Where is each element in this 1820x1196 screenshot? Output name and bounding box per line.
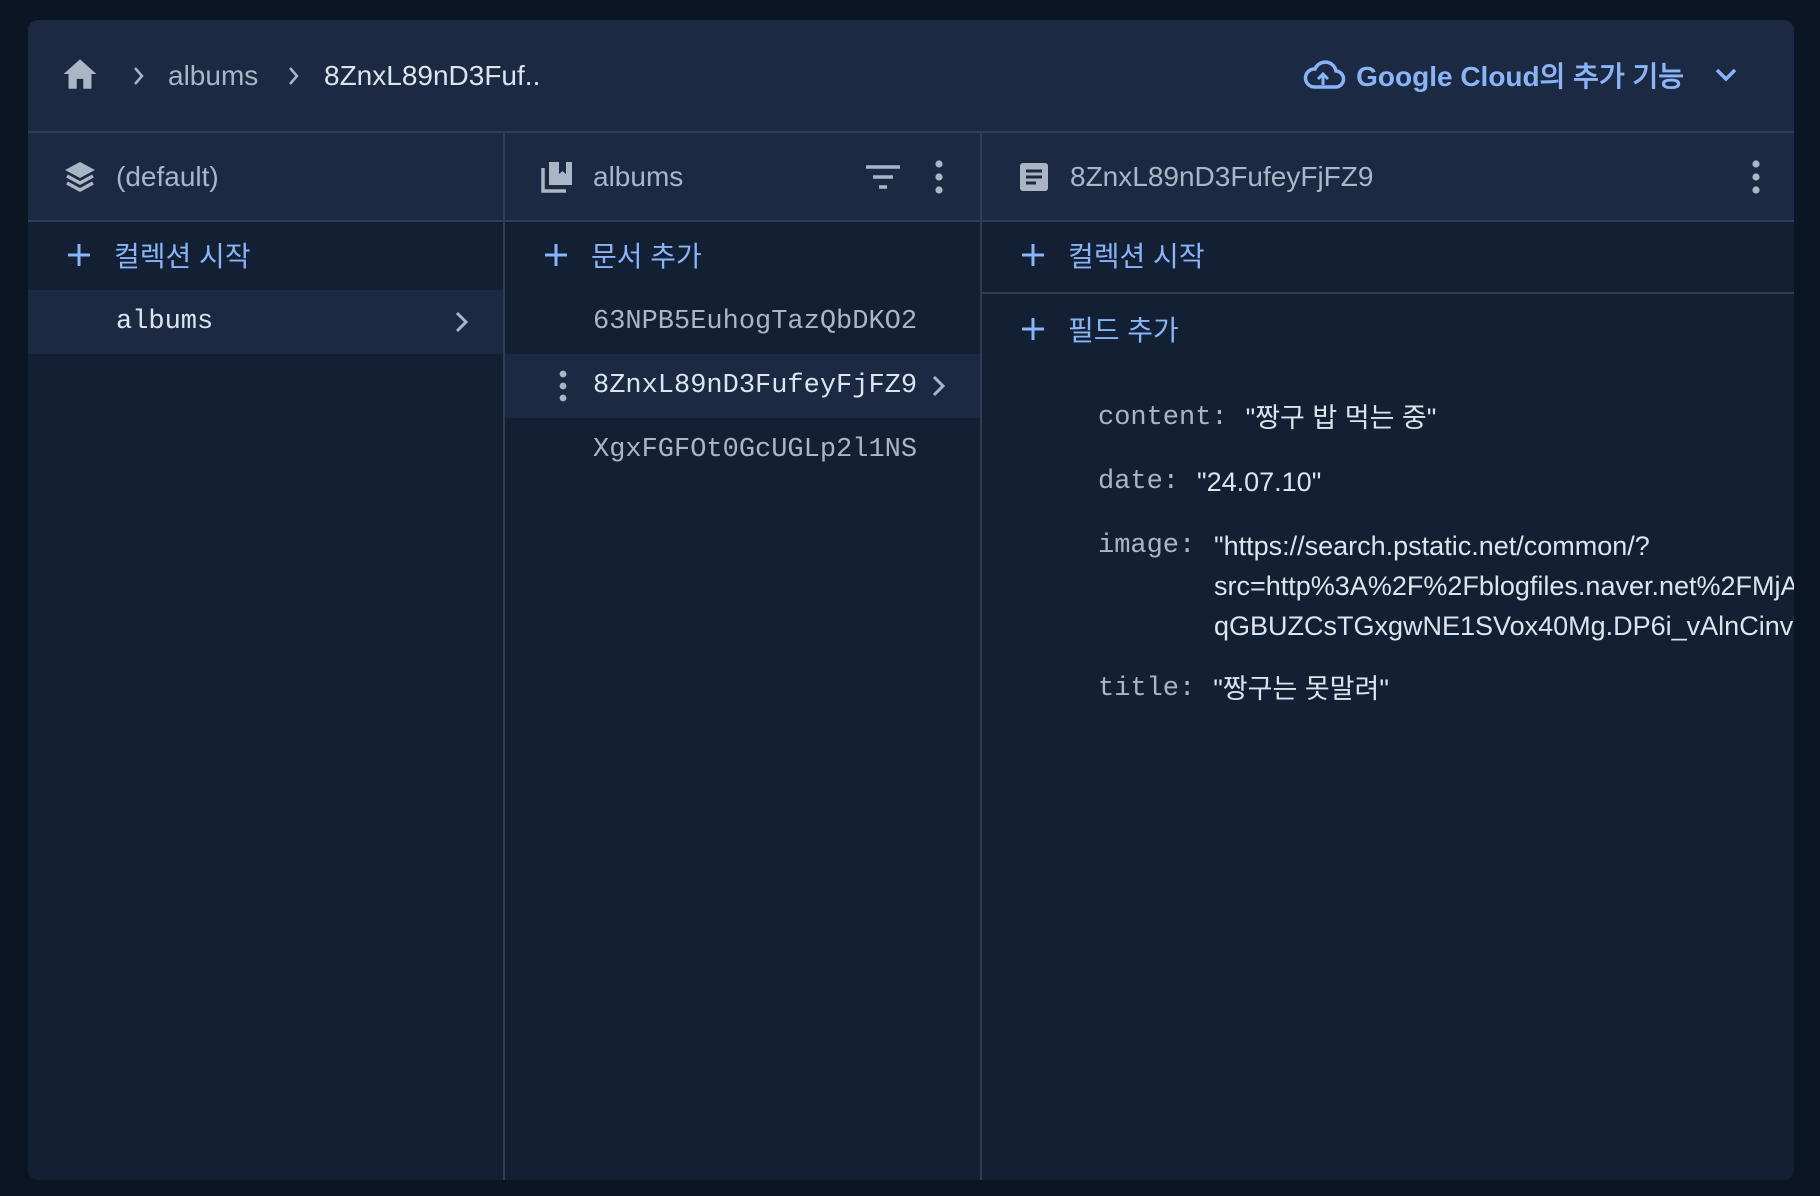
- database-title: (default): [116, 161, 219, 192]
- filter-icon[interactable]: [861, 155, 905, 199]
- chevron-right-icon: [289, 67, 299, 85]
- plus-icon: [1022, 318, 1044, 340]
- plus-icon: [68, 244, 90, 266]
- more-vert-icon[interactable]: [1734, 155, 1778, 199]
- collection-panel: albums 문서 추가 63NPB5EuhogTazQbDKO2 8ZnxL8…: [505, 133, 982, 1180]
- more-vert-icon[interactable]: [557, 368, 569, 404]
- start-collection-button[interactable]: 컬렉션 시작: [28, 220, 503, 290]
- field-content[interactable]: content: "짱구 밥 먹는 중": [1098, 398, 1794, 438]
- google-cloud-extensions-button[interactable]: Google Cloud의 추가 기능: [1302, 52, 1740, 98]
- start-subcollection-label: 컬렉션 시작: [1068, 241, 1205, 272]
- field-date[interactable]: date: "24.07.10": [1098, 462, 1794, 502]
- home-icon[interactable]: [58, 52, 102, 96]
- collection-item-label: albums: [116, 307, 214, 337]
- document-panel: 8ZnxL89nD3FufeyFjFZ9 컬렉션 시작 필드 추가 conten…: [982, 133, 1794, 1180]
- field-image[interactable]: image: "https://search.pstatic.net/commo…: [1098, 526, 1794, 646]
- chevron-right-icon: [932, 375, 946, 397]
- add-field-button[interactable]: 필드 추가: [982, 294, 1794, 364]
- top-bar: albums 8ZnxL89nD3Fuf.. Google Cloud의 추가 …: [28, 20, 1794, 133]
- add-field-label: 필드 추가: [1068, 315, 1179, 346]
- cloud-icon: [1303, 60, 1346, 89]
- field-key: title:: [1098, 674, 1196, 704]
- start-subcollection-button[interactable]: 컬렉션 시작: [982, 220, 1794, 290]
- more-vert-icon[interactable]: [917, 155, 961, 199]
- field-key: image:: [1098, 531, 1196, 561]
- plus-icon: [545, 244, 567, 266]
- add-document-label: 문서 추가: [591, 241, 702, 272]
- field-key: content:: [1098, 403, 1228, 433]
- field-value: "짱구 밥 먹는 중": [1245, 403, 1437, 433]
- document-item-label: XgxFGFOt0GcUGLp2l1NS: [593, 435, 918, 465]
- document-item[interactable]: 63NPB5EuhogTazQbDKO2: [505, 290, 980, 354]
- document-header: 8ZnxL89nD3FufeyFjFZ9: [982, 133, 1794, 222]
- document-item-selected[interactable]: 8ZnxL89nD3FufeyFjFZ9: [505, 354, 980, 418]
- collection-item-albums[interactable]: albums: [28, 290, 503, 354]
- field-value-line: src=http%3A%2F%2Fblogfiles.naver.net%2FM…: [1214, 571, 1794, 601]
- extensions-label: Google Cloud의 추가 기능: [1356, 61, 1684, 92]
- field-value: "짱구는 못말려": [1213, 674, 1389, 704]
- plus-icon: [1022, 244, 1044, 266]
- collection-header: albums: [505, 133, 980, 222]
- document-icon: [1020, 163, 1048, 191]
- add-document-button[interactable]: 문서 추가: [505, 220, 980, 290]
- database-stack-icon: [65, 162, 95, 192]
- database-panel: (default) 컬렉션 시작 albums: [28, 133, 505, 1180]
- collection-icon: [541, 162, 572, 193]
- field-title[interactable]: title: "짱구는 못말려": [1098, 669, 1794, 709]
- firestore-viewer: albums 8ZnxL89nD3Fuf.. Google Cloud의 추가 …: [28, 20, 1794, 1180]
- collection-title: albums: [593, 161, 684, 192]
- breadcrumb-albums[interactable]: albums: [168, 56, 258, 96]
- breadcrumb-document[interactable]: 8ZnxL89nD3Fuf..: [324, 56, 540, 96]
- field-value: "24.07.10": [1197, 467, 1322, 497]
- chevron-right-icon: [455, 311, 469, 333]
- start-collection-label: 컬렉션 시작: [114, 241, 251, 272]
- field-value-line: "https://search.pstatic.net/common/?: [1214, 531, 1650, 561]
- document-item-label: 63NPB5EuhogTazQbDKO2: [593, 307, 918, 337]
- document-item-label: 8ZnxL89nD3FufeyFjFZ9: [593, 371, 918, 401]
- database-header: (default): [28, 133, 503, 222]
- chevron-right-icon: [134, 67, 144, 85]
- chevron-down-icon: [1715, 68, 1737, 82]
- document-item[interactable]: XgxFGFOt0GcUGLp2l1NS: [505, 418, 980, 482]
- field-value-line: qGBUZCsTGxgwNE1SVox40Mg.DP6i_vAlnCinvT4: [1214, 611, 1794, 641]
- document-title: 8ZnxL89nD3FufeyFjFZ9: [1070, 161, 1374, 192]
- field-value: "https://search.pstatic.net/common/? src=…: [1214, 526, 1794, 646]
- field-key: date:: [1098, 467, 1180, 497]
